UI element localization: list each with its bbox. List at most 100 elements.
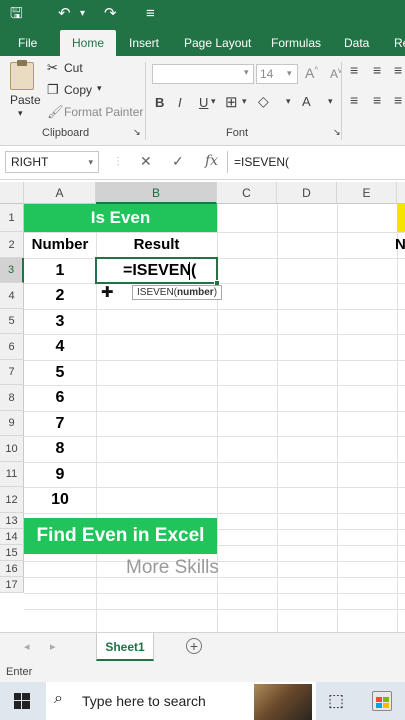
font-launcher-icon[interactable]: ↘: [333, 127, 341, 138]
save-icon[interactable]: 🖫: [10, 4, 23, 24]
scroll-sheets-right-icon[interactable]: ▸: [50, 640, 56, 653]
row-header-3[interactable]: 3: [0, 258, 24, 283]
windows-start-icon[interactable]: [14, 693, 30, 709]
add-sheet-icon[interactable]: +: [186, 638, 202, 654]
tab-data[interactable]: Data: [344, 30, 369, 56]
paste-icon[interactable]: [10, 60, 34, 90]
align-middle-icon[interactable]: ≡: [373, 62, 381, 78]
enter-icon[interactable]: ✓: [172, 153, 184, 170]
column-header-f[interactable]: [397, 182, 405, 204]
row-header-4[interactable]: 4: [0, 283, 24, 309]
align-bottom-icon[interactable]: ≡: [394, 62, 402, 78]
row-header-1[interactable]: 1: [0, 204, 24, 232]
fill-color-icon[interactable]: ◇: [258, 93, 269, 110]
cut-icon[interactable]: ✂: [47, 60, 58, 76]
undo-icon[interactable]: ↶: [58, 4, 71, 24]
partial-highlight-cell[interactable]: [397, 204, 405, 232]
tab-insert[interactable]: Insert: [129, 30, 159, 56]
tab-file[interactable]: File: [18, 30, 37, 56]
row-header-13[interactable]: 13: [0, 513, 24, 529]
scroll-sheets-left-icon[interactable]: ◂: [24, 640, 30, 653]
tab-page-layout[interactable]: Page Layout: [184, 30, 251, 56]
row-header-15[interactable]: 15: [0, 545, 24, 561]
column-header-a[interactable]: A: [24, 182, 96, 204]
row-header-2[interactable]: 2: [0, 232, 24, 258]
fill-color-dropdown-icon[interactable]: ▾: [286, 96, 291, 107]
number-cell[interactable]: 5: [24, 360, 96, 385]
tab-home[interactable]: Home: [60, 30, 117, 56]
underline-icon[interactable]: U: [199, 95, 208, 110]
number-cell[interactable]: 9: [24, 462, 96, 487]
align-center-icon[interactable]: ≡: [373, 92, 381, 108]
column-header-e[interactable]: E: [337, 182, 397, 204]
function-tooltip[interactable]: ISEVEN(number): [132, 285, 223, 300]
sheet-tab-sheet1[interactable]: Sheet1: [96, 633, 154, 661]
bold-icon[interactable]: B: [155, 95, 164, 110]
customize-toolbar-icon[interactable]: ≡: [146, 4, 155, 24]
task-view-icon[interactable]: ⬚: [328, 691, 344, 711]
row-header-7[interactable]: 7: [0, 360, 24, 385]
tab-formulas[interactable]: Formulas: [271, 30, 321, 56]
column-header-c[interactable]: C: [217, 182, 277, 204]
header-result-cell[interactable]: Result: [96, 232, 217, 258]
active-cell-b3[interactable]: =ISEVEN(: [95, 257, 220, 286]
font-size-box[interactable]: 14 ▾: [256, 64, 298, 84]
number-cell[interactable]: 2: [24, 283, 96, 309]
number-cell[interactable]: 7: [24, 411, 96, 436]
clipboard-launcher-icon[interactable]: ↘: [133, 127, 141, 138]
row-header-6[interactable]: 6: [0, 334, 24, 360]
number-cell[interactable]: 6: [24, 385, 96, 411]
paste-dropdown-icon[interactable]: ▾: [18, 108, 23, 119]
row-header-17[interactable]: 17: [0, 577, 24, 593]
number-cell[interactable]: 3: [24, 309, 96, 334]
tab-review[interactable]: Re: [394, 30, 405, 56]
number-cell[interactable]: 4: [24, 334, 96, 360]
name-box-dropdown-icon[interactable]: ▾: [88, 152, 93, 172]
format-painter-button[interactable]: Format Painter: [64, 105, 143, 119]
borders-icon[interactable]: ⊞: [225, 93, 238, 111]
font-color-dropdown-icon[interactable]: ▾: [328, 96, 333, 107]
row-header-10[interactable]: 10: [0, 436, 24, 462]
italic-icon[interactable]: I: [178, 95, 182, 110]
row-header-9[interactable]: 9: [0, 411, 24, 436]
copy-icon[interactable]: ❐: [47, 82, 59, 98]
cancel-icon[interactable]: ✕: [140, 153, 152, 170]
align-left-icon[interactable]: ≡: [350, 92, 358, 108]
select-all-corner[interactable]: [0, 182, 24, 204]
formula-bar-drag-handle[interactable]: ⋮: [113, 156, 123, 167]
row-header-8[interactable]: 8: [0, 385, 24, 411]
row-header-11[interactable]: 11: [0, 462, 24, 487]
align-right-icon[interactable]: ≡: [394, 92, 402, 108]
paste-button[interactable]: Paste: [10, 93, 41, 107]
font-color-icon[interactable]: A: [302, 94, 311, 109]
font-name-box[interactable]: [152, 64, 254, 84]
font-size-dropdown-icon[interactable]: ▾: [287, 68, 292, 79]
font-name-dropdown-icon[interactable]: ▾: [244, 67, 249, 78]
borders-dropdown-icon[interactable]: ▾: [242, 96, 247, 107]
copy-button[interactable]: Copy: [64, 83, 92, 97]
partial-header-cell[interactable]: N: [395, 234, 405, 256]
undo-dropdown-icon[interactable]: ▾: [80, 4, 85, 24]
cut-button[interactable]: Cut: [64, 61, 83, 75]
row-header-5[interactable]: 5: [0, 309, 24, 334]
underline-dropdown-icon[interactable]: ▾: [211, 96, 216, 107]
column-header-b[interactable]: B: [96, 182, 217, 204]
copy-dropdown-icon[interactable]: ▾: [97, 83, 102, 94]
name-box[interactable]: RIGHT ▾: [5, 151, 99, 173]
number-cell[interactable]: 10: [24, 487, 96, 513]
title-cell[interactable]: Is Even: [24, 204, 217, 232]
column-header-d[interactable]: D: [277, 182, 337, 204]
redo-icon[interactable]: ↷: [104, 4, 117, 24]
row-header-14[interactable]: 14: [0, 529, 24, 545]
number-cell[interactable]: 1: [24, 258, 96, 283]
insert-function-icon[interactable]: fx: [205, 153, 218, 169]
increase-font-icon[interactable]: A^: [305, 65, 318, 81]
number-cell[interactable]: 8: [24, 436, 96, 462]
format-painter-icon[interactable]: 🖌: [47, 104, 64, 120]
formula-input[interactable]: =ISEVEN(: [227, 151, 405, 173]
header-number-cell[interactable]: Number: [24, 232, 96, 258]
row-header-16[interactable]: 16: [0, 561, 24, 577]
taskbar-search-box[interactable]: ⌕ Type here to search: [46, 682, 316, 720]
row-header-12[interactable]: 12: [0, 487, 24, 513]
align-top-icon[interactable]: ≡: [350, 62, 358, 78]
